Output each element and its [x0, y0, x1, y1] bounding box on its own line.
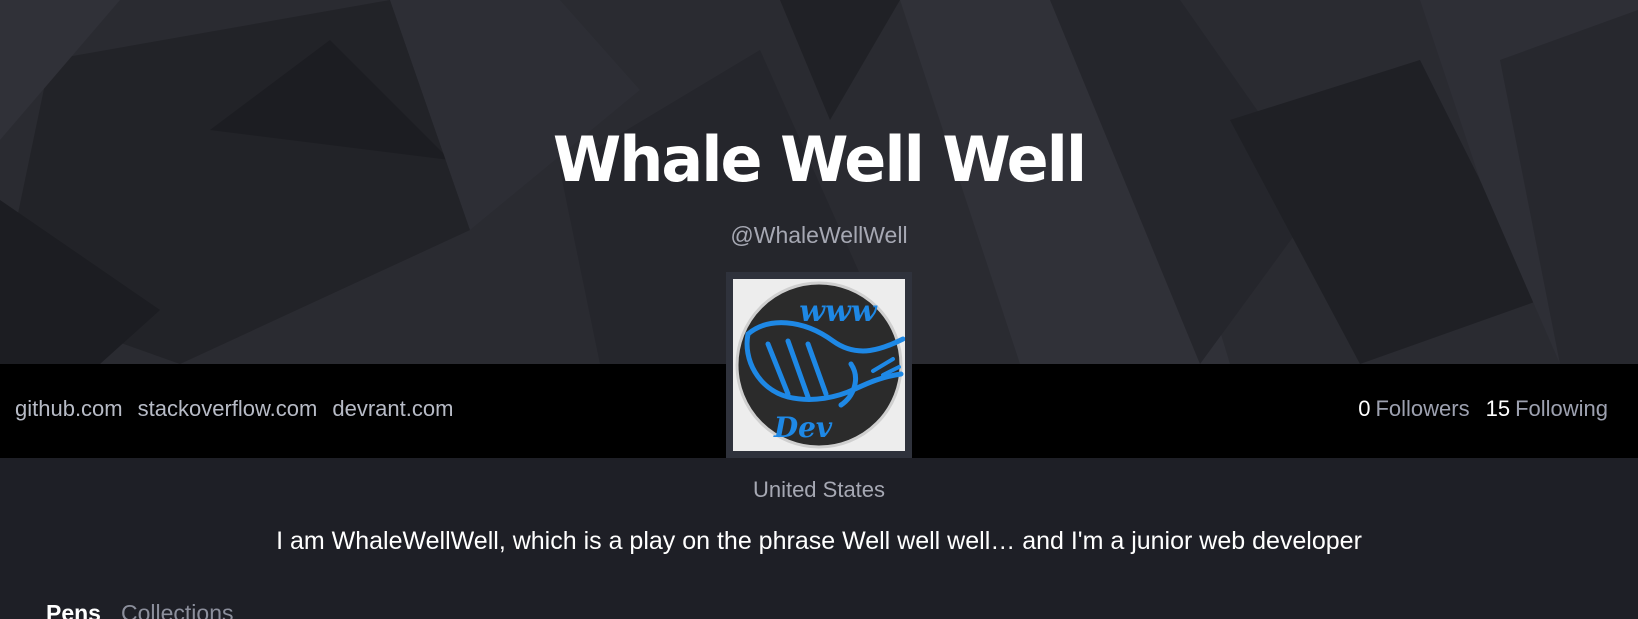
followers-stat[interactable]: 0 Followers: [1358, 396, 1469, 422]
profile-name: Whale Well Well: [552, 123, 1087, 196]
link-devrant[interactable]: devrant.com: [332, 396, 453, 422]
following-count: 15: [1485, 396, 1511, 421]
link-github[interactable]: github.com: [15, 396, 123, 422]
following-label: Following: [1515, 396, 1608, 421]
following-stat[interactable]: 15 Following: [1486, 396, 1608, 422]
avatar-image: www Dev: [733, 279, 906, 451]
tab-collections[interactable]: Collections: [121, 600, 234, 619]
tab-pens[interactable]: Pens: [46, 600, 101, 619]
profile-tabs: Pens Collections: [46, 600, 233, 619]
follow-stats: 0 Followers 15 Following: [1358, 396, 1608, 422]
link-stackoverflow[interactable]: stackoverflow.com: [138, 396, 318, 422]
profile-bio: I am WhaleWellWell, which is a play on t…: [276, 527, 1362, 555]
followers-label: Followers: [1375, 396, 1470, 421]
profile-page: Whale Well Well @WhaleWellWell github.co…: [0, 0, 1638, 619]
whale-logo-icon: www Dev: [735, 281, 906, 449]
followers-count: 0: [1358, 396, 1371, 421]
avatar-top-text: www: [799, 294, 878, 329]
profile-handle: @WhaleWellWell: [730, 222, 908, 248]
profile-location: United States: [752, 477, 886, 502]
avatar[interactable]: www Dev: [726, 272, 912, 458]
profile-links: github.com stackoverflow.com devrant.com: [15, 396, 453, 422]
avatar-bottom-text: Dev: [773, 411, 833, 444]
